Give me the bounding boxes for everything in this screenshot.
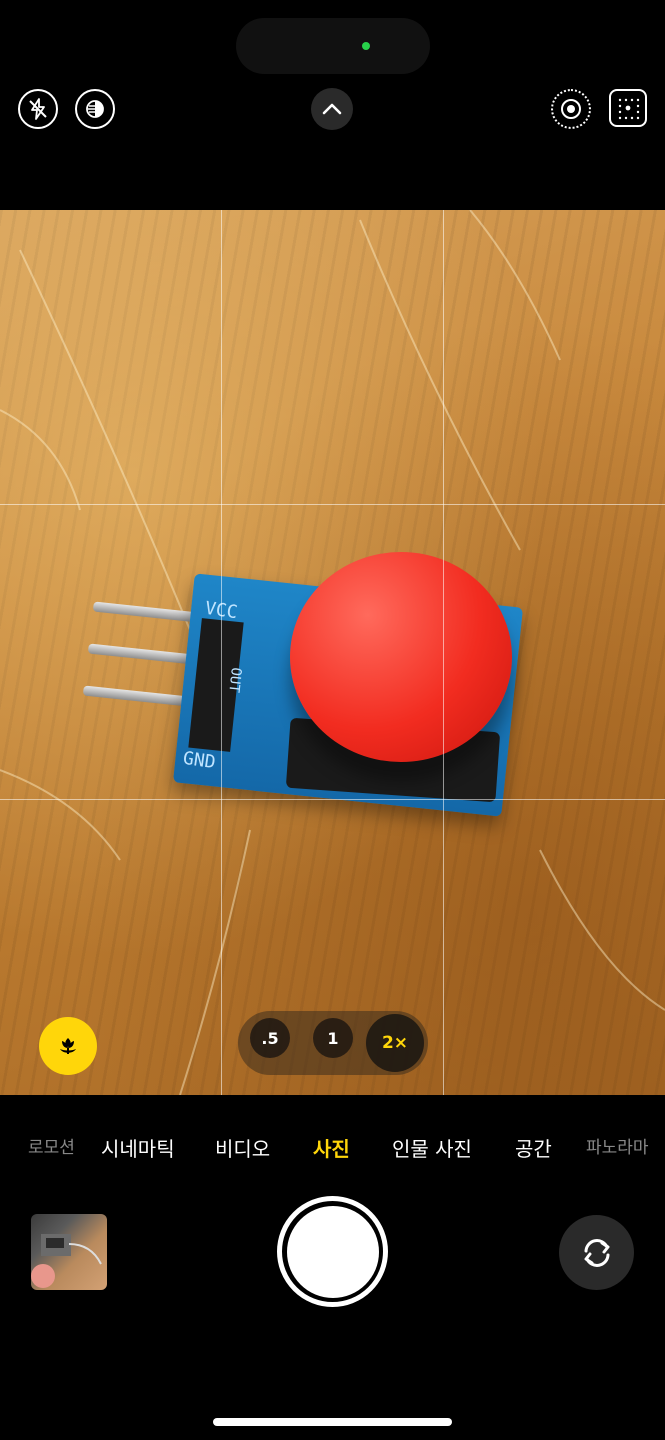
pcb-label-gnd: GND bbox=[181, 747, 217, 774]
grid-line bbox=[0, 504, 665, 505]
mode-spatial[interactable]: 공간 bbox=[515, 1133, 552, 1162]
flash-off-icon bbox=[29, 98, 47, 120]
grid-line bbox=[221, 210, 222, 1095]
mode-slo-mo[interactable]: 로모션 bbox=[28, 1133, 75, 1158]
grid-line bbox=[0, 799, 665, 800]
chevron-up-icon bbox=[322, 103, 342, 115]
macro-flower-icon bbox=[60, 1038, 76, 1054]
shutter-button[interactable] bbox=[277, 1196, 388, 1307]
pcb-label-out: OUT bbox=[225, 666, 244, 694]
shutter-inner bbox=[286, 1205, 379, 1298]
dynamic-island bbox=[236, 18, 430, 74]
zoom-option-0.5x[interactable]: .5 bbox=[250, 1018, 290, 1058]
zoom-option-1x[interactable]: 1 bbox=[313, 1018, 353, 1058]
camera-mode-selector: 로모션 시네마틱 비디오 사진 인물 사진 공간 파노라마 bbox=[0, 1125, 665, 1165]
camera-viewfinder[interactable]: VCC OUT GND bbox=[0, 210, 665, 1095]
zoom-option-2x[interactable]: 2× bbox=[366, 1014, 424, 1072]
camera-flip-icon bbox=[584, 1238, 609, 1267]
home-indicator[interactable] bbox=[213, 1418, 452, 1426]
live-photo-button[interactable] bbox=[551, 89, 591, 129]
mode-portrait[interactable]: 인물 사진 bbox=[392, 1133, 472, 1162]
red-button-cap bbox=[290, 552, 512, 762]
grid-line bbox=[443, 210, 444, 1095]
mode-photo[interactable]: 사진 bbox=[313, 1133, 350, 1162]
mode-pano[interactable]: 파노라마 bbox=[586, 1133, 649, 1158]
photographic-styles-icon bbox=[618, 98, 640, 120]
zoom-selector: .5 1 2× bbox=[238, 1011, 428, 1075]
camera-in-use-indicator bbox=[362, 42, 370, 50]
photographic-styles-button[interactable] bbox=[609, 89, 647, 127]
camera-flip-button[interactable] bbox=[559, 1215, 634, 1290]
thumbnail-preview bbox=[31, 1234, 102, 1288]
macro-toggle-button[interactable] bbox=[39, 1017, 97, 1075]
live-photo-icon bbox=[561, 99, 581, 119]
flash-toggle-button[interactable] bbox=[18, 89, 58, 129]
night-mode-icon bbox=[86, 100, 104, 118]
night-mode-button[interactable] bbox=[75, 89, 115, 129]
expand-controls-button[interactable] bbox=[311, 88, 353, 130]
mode-video[interactable]: 비디오 bbox=[215, 1133, 270, 1162]
last-photo-thumbnail[interactable] bbox=[31, 1214, 107, 1290]
mode-cinematic[interactable]: 시네마틱 bbox=[101, 1133, 175, 1162]
